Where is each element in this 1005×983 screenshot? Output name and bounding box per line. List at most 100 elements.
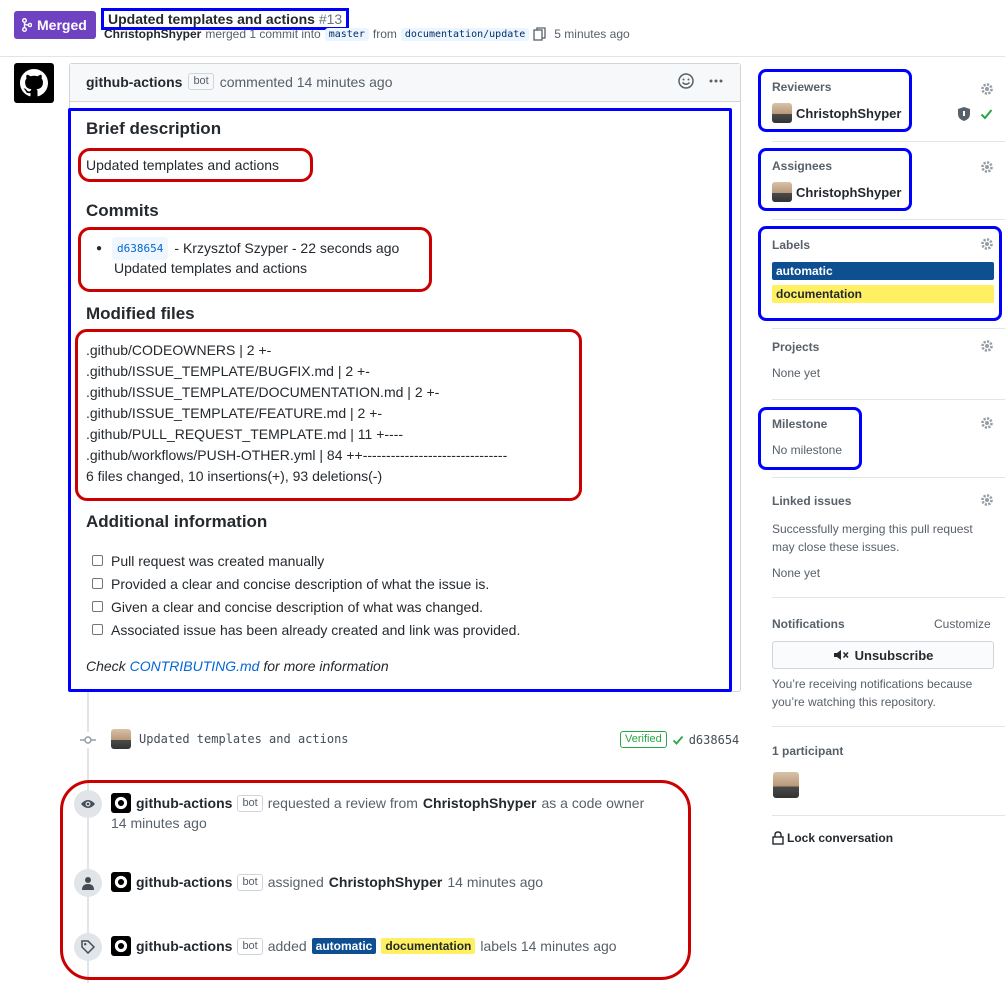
pr-meta: ChristophShyper merged 1 commit into mas… bbox=[104, 27, 630, 41]
labels-gear-icon[interactable] bbox=[980, 237, 994, 251]
checkbox[interactable] bbox=[92, 601, 103, 612]
reviewers-gear-icon[interactable] bbox=[980, 82, 994, 96]
base-branch[interactable]: master bbox=[324, 27, 369, 41]
commit-author-avatar[interactable] bbox=[111, 729, 131, 749]
checkbox[interactable] bbox=[92, 555, 103, 566]
assignees-title[interactable]: Assignees bbox=[772, 159, 832, 173]
verified-badge[interactable]: Verified bbox=[620, 731, 667, 748]
linked-issues-gear-icon[interactable] bbox=[980, 493, 994, 507]
assignee-row[interactable]: ChristophShyper bbox=[772, 182, 901, 202]
linked-issues-title[interactable]: Linked issues bbox=[772, 494, 851, 508]
contributing-prefix: Check bbox=[86, 658, 130, 674]
milestone-title[interactable]: Milestone bbox=[772, 417, 827, 431]
eye-icon bbox=[81, 800, 95, 808]
review-event-time: 14 minutes ago bbox=[111, 815, 207, 831]
event-actor[interactable]: github-actions bbox=[136, 874, 232, 890]
actor-avatar[interactable] bbox=[111, 872, 131, 892]
file-line: .github/ISSUE_TEMPLATE/DOCUMENTATION.md … bbox=[86, 384, 440, 400]
merge-icon bbox=[22, 18, 32, 32]
assign-event: github-actions bot assigned ChristophShy… bbox=[111, 872, 543, 892]
sidebar-label-automatic[interactable]: automatic bbox=[772, 262, 994, 280]
event-suffix[interactable]: labels 14 minutes ago bbox=[480, 938, 616, 954]
github-logo-icon bbox=[114, 796, 128, 810]
bot-label: bot bbox=[237, 873, 263, 891]
checklist-item-label: Pull request was created manually bbox=[111, 552, 325, 569]
assignee-name[interactable]: ChristophShyper bbox=[796, 185, 901, 200]
sidebar-divider bbox=[772, 815, 1005, 816]
github-actions-avatar[interactable] bbox=[14, 63, 54, 103]
projects-title[interactable]: Projects bbox=[772, 340, 819, 354]
merged-status-label: Merged bbox=[37, 17, 87, 33]
comment-header-text: github-actions bot commented 14 minutes … bbox=[86, 73, 393, 90]
sidebar-label-documentation[interactable]: documentation bbox=[772, 285, 994, 303]
checkbox[interactable] bbox=[92, 624, 103, 635]
label-documentation[interactable]: documentation bbox=[381, 938, 476, 954]
reviewer-row[interactable]: ChristophShyper bbox=[772, 103, 901, 123]
checkbox[interactable] bbox=[92, 578, 103, 589]
unsubscribe-label: Unsubscribe bbox=[854, 647, 934, 663]
participants-title: 1 participant bbox=[772, 744, 844, 758]
pr-author[interactable]: ChristophShyper bbox=[104, 27, 201, 41]
event-actor[interactable]: github-actions bbox=[136, 795, 232, 811]
bot-label: bot bbox=[237, 937, 263, 955]
sidebar-divider bbox=[772, 477, 1005, 478]
customize-link[interactable]: Customize bbox=[934, 617, 991, 631]
merge-text: merged 1 commit into bbox=[205, 27, 321, 41]
labels-title[interactable]: Labels bbox=[772, 238, 810, 252]
files-heading: Modified files bbox=[86, 304, 195, 323]
comment-action[interactable]: commented 14 minutes ago bbox=[220, 74, 393, 90]
commit-meta: - Krzysztof Szyper - 22 seconds ago bbox=[174, 240, 400, 256]
github-logo-icon bbox=[114, 875, 128, 889]
header-divider bbox=[0, 56, 1005, 57]
brief-heading: Brief description bbox=[86, 119, 222, 138]
checklist-item-label: Associated issue has been already create… bbox=[111, 621, 521, 638]
contributing-link[interactable]: CONTRIBUTING.md bbox=[130, 658, 260, 674]
event-target[interactable]: ChristophShyper bbox=[423, 795, 537, 811]
milestone-value: No milestone bbox=[772, 443, 843, 457]
file-line: .github/ISSUE_TEMPLATE/BUGFIX.md | 2 +- bbox=[86, 363, 370, 379]
tag-icon bbox=[81, 940, 95, 954]
actor-avatar[interactable] bbox=[111, 936, 131, 956]
timeline-commit-sha[interactable]: d638654 bbox=[689, 733, 740, 747]
smiley-icon[interactable] bbox=[678, 73, 694, 89]
assignees-gear-icon[interactable] bbox=[980, 160, 994, 174]
commits-heading: Commits bbox=[86, 201, 159, 220]
mute-icon bbox=[833, 650, 849, 660]
lock-conversation[interactable]: Lock conversation bbox=[772, 831, 893, 845]
brief-text: Updated templates and actions bbox=[86, 157, 280, 173]
files-summary: 6 files changed, 10 insertions(+), 93 de… bbox=[86, 468, 383, 484]
kebab-menu-icon[interactable] bbox=[708, 73, 724, 89]
event-actor[interactable]: github-actions bbox=[136, 938, 232, 954]
milestone-gear-icon[interactable] bbox=[980, 416, 994, 430]
event-suffix: as a code owner bbox=[541, 795, 645, 811]
event-time[interactable]: 14 minutes ago bbox=[447, 874, 543, 890]
file-line: .github/PULL_REQUEST_TEMPLATE.md | 11 +-… bbox=[86, 426, 404, 442]
reviewers-title[interactable]: Reviewers bbox=[772, 80, 831, 94]
check-icon bbox=[672, 735, 683, 745]
unsubscribe-button[interactable]: Unsubscribe bbox=[772, 641, 994, 669]
approved-check-icon bbox=[980, 109, 993, 120]
checklist-item: Associated issue has been already create… bbox=[92, 618, 520, 641]
commit-sha-link[interactable]: d638654 bbox=[112, 237, 169, 260]
notif-desc-line: You’re receiving notifications because bbox=[772, 677, 973, 691]
copy-icon[interactable] bbox=[533, 27, 546, 41]
reviewer-name[interactable]: ChristophShyper bbox=[796, 106, 901, 121]
projects-value: None yet bbox=[772, 366, 821, 380]
contributing-suffix: for more information bbox=[259, 658, 389, 674]
event-target[interactable]: ChristophShyper bbox=[329, 874, 443, 890]
label-automatic[interactable]: automatic bbox=[311, 938, 377, 954]
actor-avatar[interactable] bbox=[111, 793, 131, 813]
linked-issues-value: None yet bbox=[772, 566, 821, 580]
reviewer-avatar bbox=[772, 103, 792, 123]
projects-gear-icon[interactable] bbox=[980, 339, 994, 353]
event-time[interactable]: 14 minutes ago bbox=[111, 815, 207, 831]
person-icon bbox=[82, 877, 94, 890]
comment-author[interactable]: github-actions bbox=[86, 74, 182, 90]
event-text: added bbox=[267, 938, 307, 954]
head-branch[interactable]: documentation/update bbox=[400, 27, 530, 41]
commit-message: Updated templates and actions bbox=[114, 260, 308, 276]
participant-avatar[interactable] bbox=[773, 772, 799, 798]
linked-issues-desc: Successfully merging this pull request m… bbox=[772, 520, 973, 556]
file-line: .github/ISSUE_TEMPLATE/FEATURE.md | 2 +- bbox=[86, 405, 383, 421]
timeline-commit-message[interactable]: Updated templates and actions bbox=[139, 732, 349, 746]
